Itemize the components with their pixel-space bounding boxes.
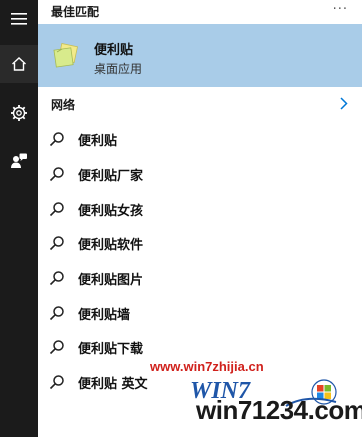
search-icon — [49, 202, 64, 217]
best-match-item[interactable]: 便利贴 桌面应用 — [38, 24, 362, 87]
more-options-button[interactable]: ··· — [333, 2, 348, 17]
watermark-site: win71234.com — [196, 395, 362, 425]
search-icon — [49, 340, 64, 355]
app-name: 便利贴 — [94, 43, 134, 58]
best-match-header: 最佳匹配 — [51, 4, 100, 19]
search-icon — [49, 167, 64, 182]
chevron-right-icon — [340, 97, 348, 110]
hamburger-menu-icon — [11, 13, 27, 25]
web-section-label: 网络 — [51, 98, 76, 112]
web-suggestion-item[interactable]: 便利贴墙 — [38, 296, 362, 330]
app-type: 桌面应用 — [94, 62, 143, 76]
web-suggestion-text: 便利贴墙 — [78, 308, 131, 323]
search-icon — [49, 375, 64, 390]
search-icon — [49, 132, 64, 147]
web-suggestion-text: 便利贴 — [78, 134, 118, 149]
sticky-notes-icon — [53, 43, 78, 68]
web-suggestion-text: 便利贴 英文 — [78, 377, 148, 392]
home-button[interactable] — [0, 45, 38, 83]
search-icon — [49, 271, 64, 286]
web-suggestion-item[interactable]: 便利贴 — [38, 122, 362, 156]
search-icon — [49, 306, 64, 321]
search-icon — [49, 236, 64, 251]
web-suggestion-item[interactable]: 便利贴软件 — [38, 226, 362, 260]
web-suggestion-text: 便利贴女孩 — [78, 204, 144, 219]
web-suggestion-text: 便利贴下载 — [78, 342, 144, 357]
settings-gear-icon — [11, 105, 27, 121]
home-icon — [12, 57, 26, 71]
web-suggestion-text: 便利贴厂家 — [78, 169, 144, 184]
feedback-person-icon — [11, 153, 27, 168]
hamburger-menu-button[interactable] — [0, 0, 38, 38]
watermark-url: www.win7zhijia.cn — [150, 359, 264, 374]
web-suggestion-item[interactable]: 便利贴厂家 — [38, 157, 362, 191]
feedback-button[interactable] — [0, 142, 38, 180]
web-suggestion-item[interactable]: 便利贴图片 — [38, 261, 362, 295]
web-suggestion-item[interactable]: 便利贴女孩 — [38, 192, 362, 226]
settings-button[interactable] — [0, 94, 38, 132]
web-suggestion-text: 便利贴软件 — [78, 238, 144, 253]
web-results-header[interactable]: 网络 — [38, 92, 362, 116]
web-suggestion-text: 便利贴图片 — [78, 273, 144, 288]
search-sidebar — [0, 0, 38, 437]
